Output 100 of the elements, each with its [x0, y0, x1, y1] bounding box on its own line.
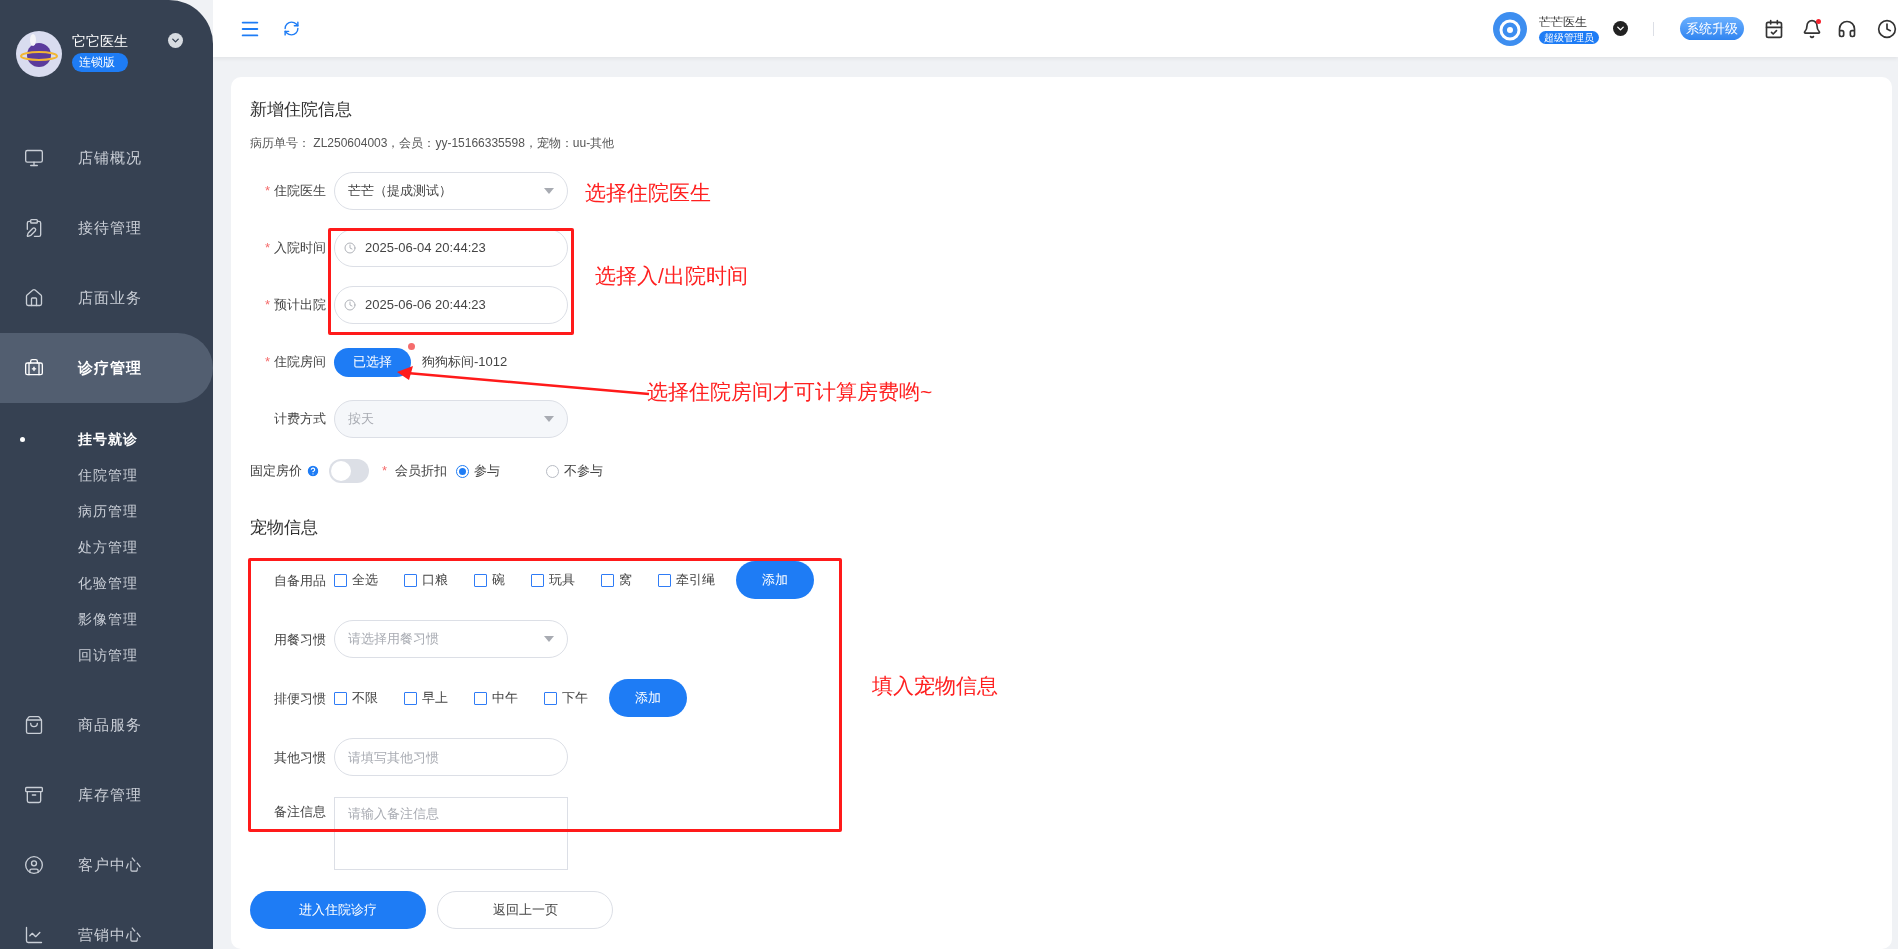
annotation-note: 填入宠物信息: [872, 674, 998, 698]
submit-button[interactable]: 进入住院诊疗: [250, 891, 426, 929]
checkbox[interactable]: [334, 691, 347, 705]
logo-icon: [16, 31, 62, 77]
chart-icon: [24, 925, 44, 945]
checkbox[interactable]: [601, 573, 614, 587]
option-label: 下午: [562, 689, 588, 708]
headset-icon[interactable]: [1837, 18, 1857, 39]
option-label: 不限: [352, 689, 378, 708]
checkbox[interactable]: [474, 691, 487, 705]
required-mark: *: [264, 353, 270, 372]
role-badge: 超级管理员: [1539, 30, 1599, 44]
checkbox[interactable]: [531, 573, 544, 587]
back-button[interactable]: 返回上一页: [437, 891, 613, 929]
field-label: 入院时间: [274, 239, 326, 258]
select-field[interactable]: 芒芒（提成测试）: [334, 172, 568, 210]
field-label: 备注信息: [274, 804, 326, 819]
field-label: 自备用品: [274, 573, 326, 588]
submenu-item[interactable]: 病历管理: [0, 493, 213, 529]
sidebar-item[interactable]: 库存管理: [0, 760, 213, 830]
field-label: 住院医生: [274, 182, 326, 201]
record-info: 病历单号： ZL250604003，会员：yy-15166335598，宠物：uu-其他: [250, 135, 616, 152]
annotation-note: 选择住院房间才可计算房费哟~: [647, 380, 933, 404]
annotation-note: 选择住院医生: [585, 181, 711, 205]
submenu-item[interactable]: 住院管理: [0, 457, 213, 493]
avatar-icon[interactable]: [1493, 11, 1527, 46]
dropdown-icon[interactable]: [168, 33, 183, 48]
input-field[interactable]: 请填写其他习惯: [334, 738, 568, 776]
checkbox[interactable]: [474, 573, 487, 587]
archive-box-icon: [24, 785, 44, 805]
required-mark: *: [264, 296, 270, 315]
brand-name: 它它医生: [72, 32, 128, 51]
checkbox[interactable]: [404, 691, 417, 705]
annotation-note: 选择入/出院时间: [595, 264, 748, 288]
toggle-switch[interactable]: [329, 459, 369, 483]
checkbox[interactable]: [334, 573, 347, 587]
required-mark: *: [264, 182, 270, 201]
option-label: 牵引绳: [676, 571, 715, 590]
checkbox[interactable]: [404, 573, 417, 587]
sidebar-item[interactable]: 商品服务: [0, 690, 213, 760]
field-label: 用餐习惯: [274, 632, 326, 647]
field-label: 排便习惯: [274, 691, 326, 706]
notes-field[interactable]: 请输入备注信息: [334, 797, 568, 870]
help-icon[interactable]: [306, 464, 320, 478]
datetime-field[interactable]: 2025-06-06 20:44:23: [334, 286, 568, 324]
field-label: 固定房价: [250, 462, 302, 481]
submenu-item[interactable]: 化验管理: [0, 565, 213, 601]
submenu-item[interactable]: 挂号就诊: [0, 421, 213, 457]
submenu-item[interactable]: 影像管理: [0, 601, 213, 637]
option-label: 中午: [492, 689, 518, 708]
field-label: 其他习惯: [274, 750, 326, 765]
user-name: 芒芒医生: [1539, 13, 1588, 30]
calendar-icon[interactable]: [1764, 18, 1784, 39]
clock-icon: [344, 242, 356, 254]
caret-icon: [544, 416, 554, 422]
datetime-field[interactable]: 2025-06-04 20:44:23: [334, 229, 568, 267]
option-label: 口粮: [422, 571, 448, 590]
field-label: 住院房间: [274, 353, 326, 372]
sidebar-item[interactable]: 店铺概况: [0, 123, 213, 193]
option-label: 全选: [352, 571, 378, 590]
bullet-icon: [19, 436, 25, 442]
clock-icon[interactable]: [1877, 18, 1897, 39]
field-label: 会员折扣: [395, 462, 448, 481]
sidebar-item[interactable]: 客户中心: [0, 830, 213, 900]
edition-badge: 连锁版: [72, 53, 128, 72]
room-name: 狗狗标间-1012: [422, 353, 508, 372]
option-label: 窝: [619, 571, 632, 590]
user-icon: [24, 855, 44, 875]
caret-icon: [544, 636, 554, 642]
dropdown-icon[interactable]: [1613, 21, 1628, 36]
checkbox[interactable]: [658, 573, 671, 587]
notification-bell[interactable]: [1802, 18, 1822, 39]
submenu-item[interactable]: 处方管理: [0, 529, 213, 565]
clipboard-icon: [24, 218, 44, 238]
field-label: 预计出院: [274, 296, 326, 315]
option-label: 碗: [492, 571, 505, 590]
option-label: 玩具: [549, 571, 575, 590]
bag-icon: [24, 715, 44, 735]
clock-icon: [344, 299, 356, 311]
monitor-icon: [24, 148, 44, 168]
sidebar-item[interactable]: 营销中心: [0, 900, 213, 949]
sidebar-item[interactable]: 接待管理: [0, 193, 213, 263]
sidebar-item[interactable]: 店面业务: [0, 263, 213, 333]
field-label: 计费方式: [274, 410, 326, 429]
form-title: 新增住院信息: [250, 99, 353, 121]
medical-kit-icon: [24, 358, 44, 378]
add-button[interactable]: 添加: [609, 679, 687, 717]
option-label: 不参与: [564, 462, 604, 481]
required-mark: *: [264, 239, 270, 258]
checkbox[interactable]: [544, 691, 557, 705]
option-label: 参与: [474, 462, 501, 481]
caret-icon: [544, 188, 554, 194]
section-title: 宠物信息: [250, 517, 319, 539]
required-mark: *: [382, 462, 388, 481]
refresh-icon[interactable]: [283, 20, 300, 37]
option-label: 早上: [422, 689, 448, 708]
add-button[interactable]: 添加: [736, 561, 814, 599]
sidebar-item[interactable]: 诊疗管理: [0, 333, 213, 403]
house-icon: [24, 288, 44, 308]
submenu-item[interactable]: 回访管理: [0, 637, 213, 673]
